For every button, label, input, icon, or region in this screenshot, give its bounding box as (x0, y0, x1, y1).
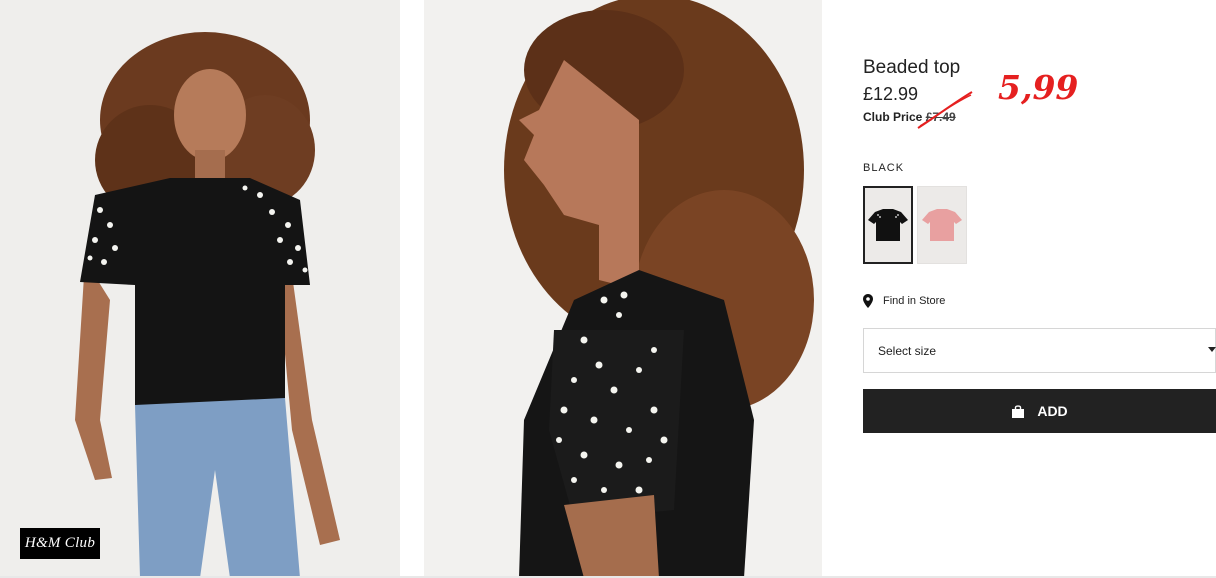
add-button-label: ADD (1037, 403, 1068, 419)
find-in-store-label: Find in Store (883, 295, 946, 307)
add-to-bag-button[interactable]: ADD (863, 389, 1216, 433)
model-side-illustration (504, 0, 814, 578)
size-select-value: Select size (878, 343, 937, 358)
product-image-front[interactable]: H&M Club (0, 0, 400, 578)
chevron-down-icon (1208, 347, 1216, 352)
shopping-bag-icon (1012, 404, 1025, 418)
hm-club-badge: H&M Club (20, 528, 100, 559)
pink-tshirt-icon (922, 209, 962, 241)
swatch-black[interactable] (863, 186, 913, 264)
product-price: £12.99 (863, 84, 919, 104)
find-in-store-link[interactable]: Find in Store (863, 294, 945, 308)
size-select-dropdown[interactable]: Select size (863, 328, 1216, 373)
selected-color-name: BLACK (863, 162, 905, 174)
black-tshirt-icon (868, 209, 908, 241)
handwritten-price-annotation: 5,99 (998, 68, 1079, 107)
red-strikethrough-scribble (917, 91, 973, 129)
swatch-pink[interactable] (917, 186, 967, 264)
model-front-illustration (75, 32, 340, 578)
product-info-panel: Beaded top £12.99 Club Price £7.49 5,99 … (862, 0, 1216, 578)
location-pin-icon (863, 294, 873, 308)
product-image-side[interactable] (424, 0, 822, 578)
product-title: Beaded top (863, 57, 961, 78)
